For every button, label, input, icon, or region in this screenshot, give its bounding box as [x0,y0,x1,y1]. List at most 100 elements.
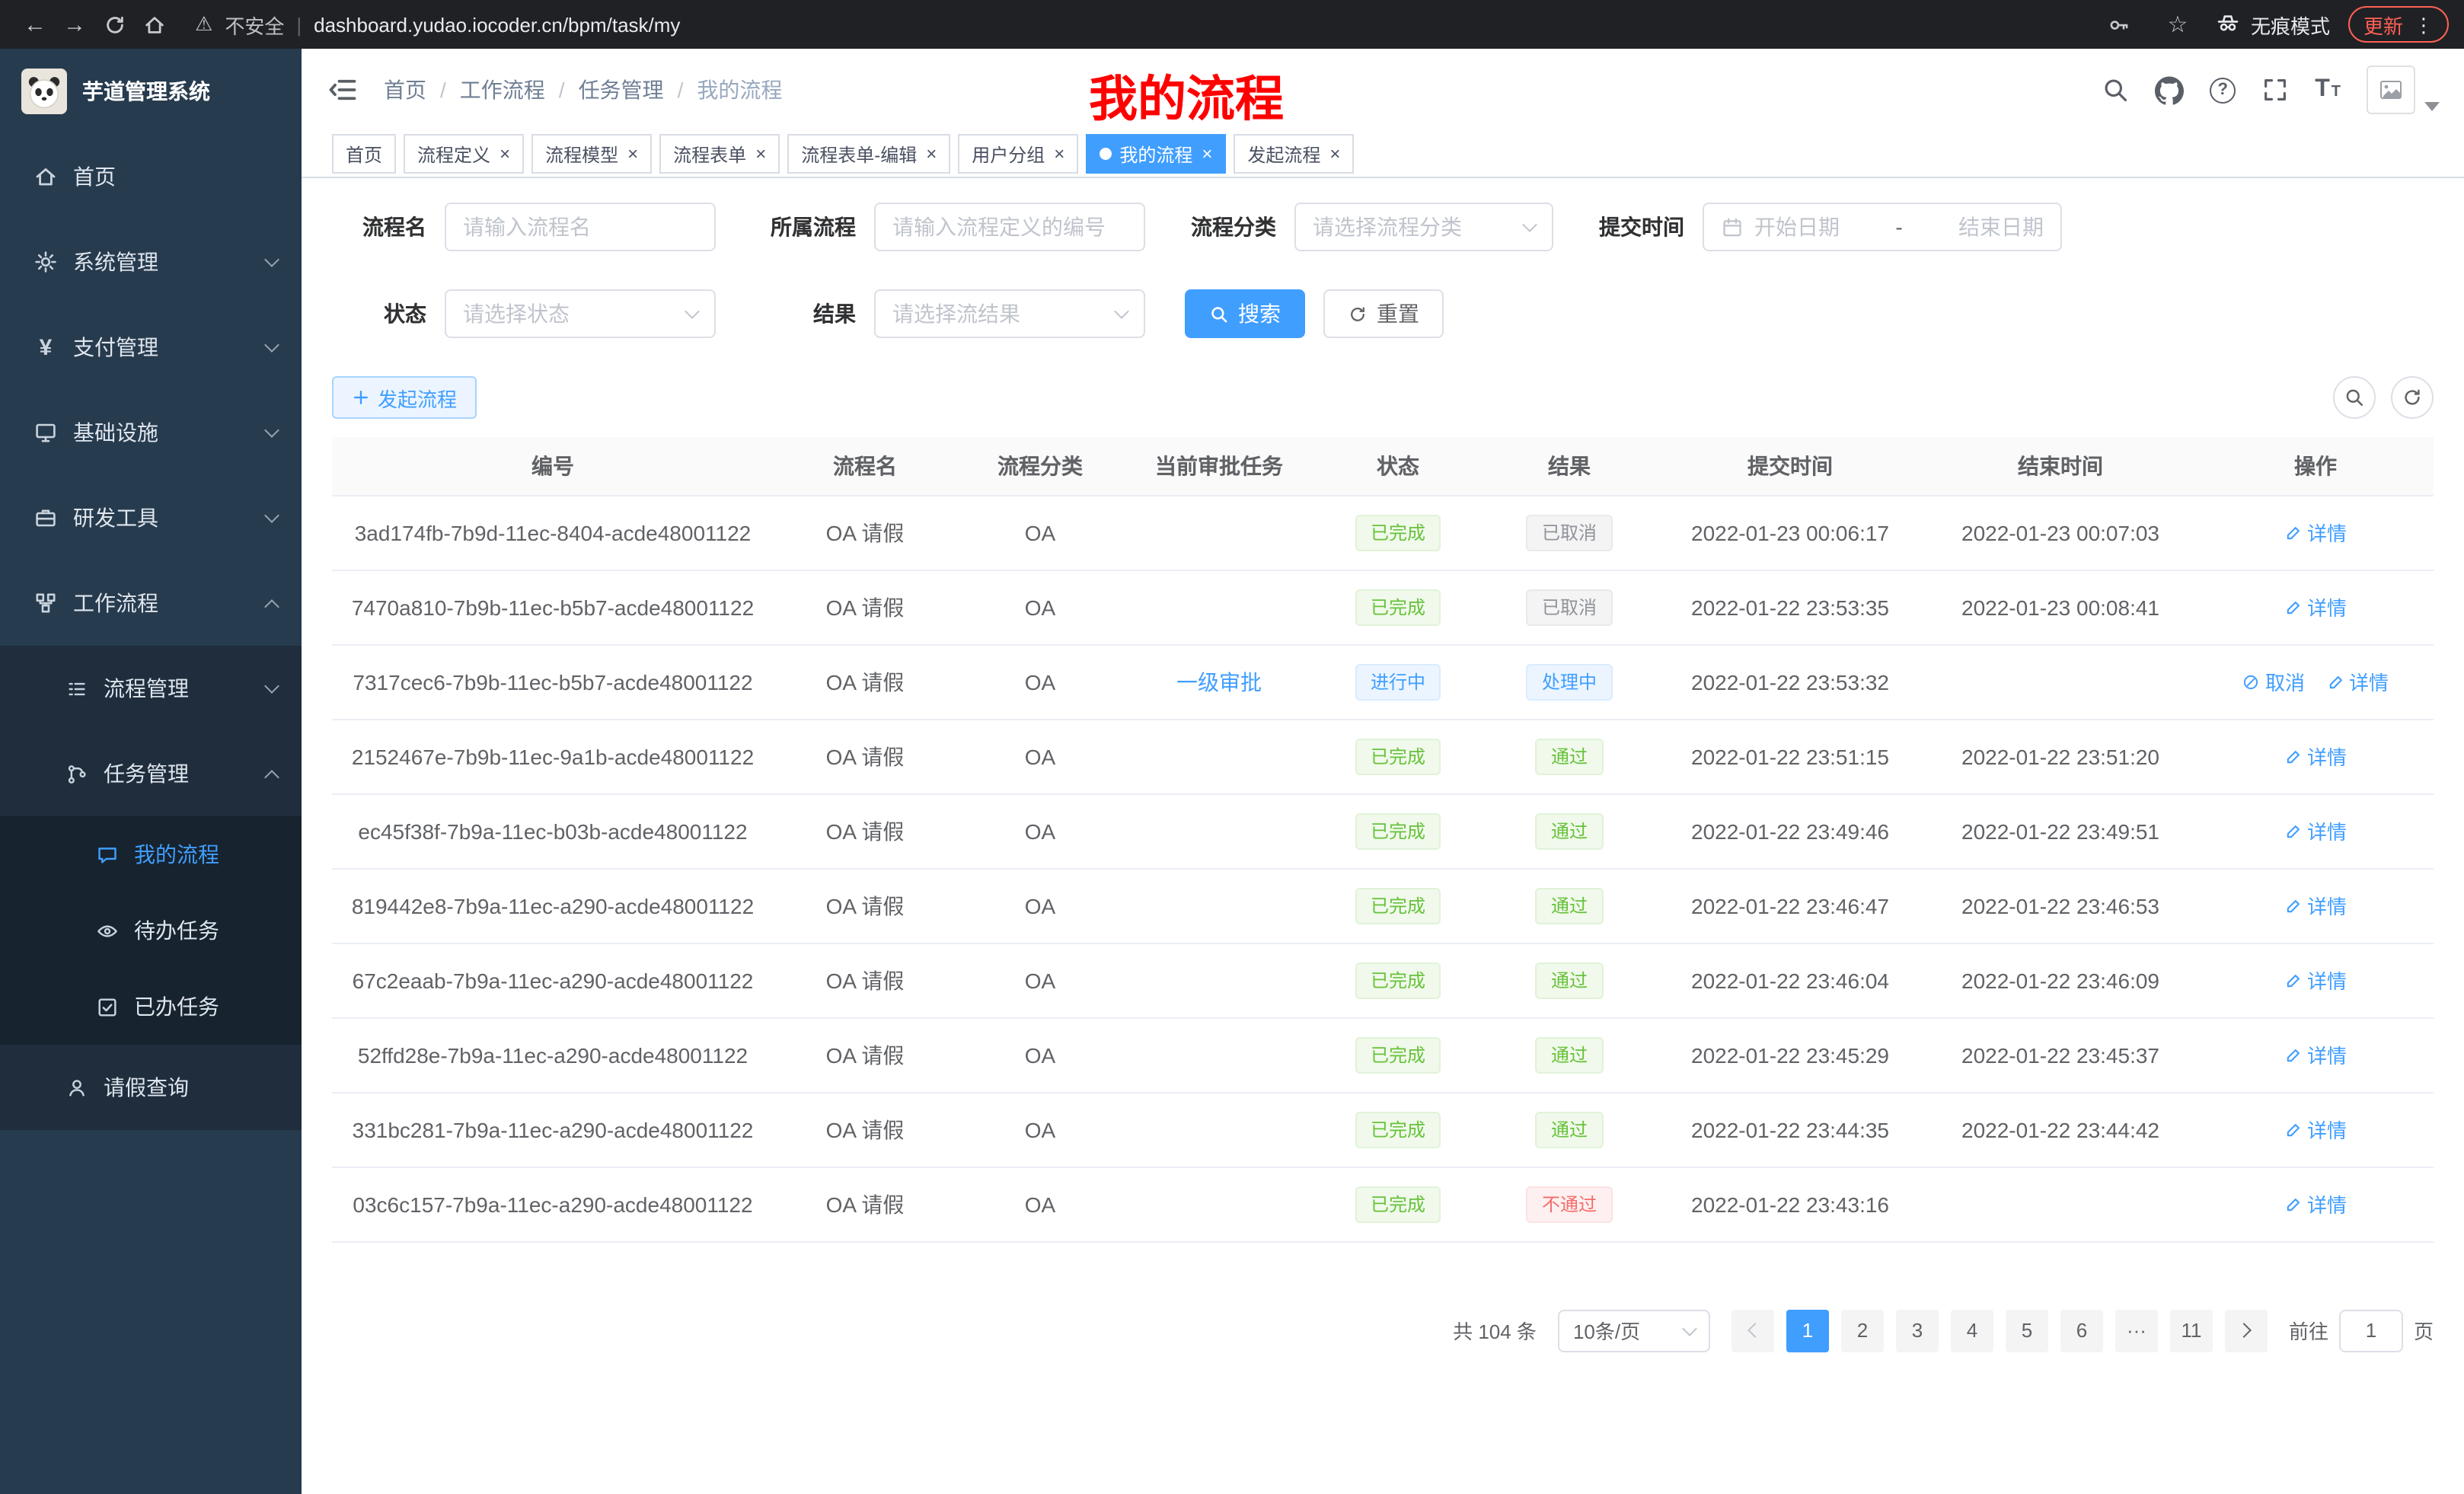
browser-menu-icon[interactable]: ⋮ [2414,14,2434,34]
font-size-icon[interactable]: TT [2315,76,2341,104]
process-name-input[interactable] [445,203,716,251]
sidebar-item-done-tasks[interactable]: 已办任务 [0,969,302,1045]
detail-link[interactable]: 详情 [2326,667,2389,696]
detail-link[interactable]: 详情 [2284,592,2347,621]
cell-id: 819442e8-7b9a-11ec-a290-acde48001122 [332,868,774,943]
cell-end-time: 2022-01-22 23:45:37 [1923,1017,2197,1092]
update-button[interactable]: 更新 ⋮ [2348,6,2449,43]
start-date-placeholder: 开始日期 [1754,212,1840,242]
help-icon[interactable]: ? [2210,77,2236,103]
active-tab-dot [1100,148,1112,160]
tab-close-icon[interactable]: × [926,145,937,163]
cell-process-name: OA 请假 [774,868,956,943]
cancel-link[interactable]: 取消 [2242,667,2305,696]
cell-submit-time: 2022-01-22 23:46:47 [1657,868,1923,943]
key-icon[interactable] [2100,5,2140,44]
detail-link[interactable]: 详情 [2284,816,2347,845]
detail-link[interactable]: 详情 [2284,742,2347,771]
home-icon[interactable] [134,5,174,44]
page-size-select[interactable]: 10条/页 [1558,1309,1710,1352]
sidebar-item-task-management[interactable]: 任务管理 [0,731,302,816]
cell-process-name: OA 请假 [774,644,956,719]
forward-icon[interactable]: → [55,5,94,44]
cell-submit-time: 2022-01-22 23:43:16 [1657,1167,1923,1241]
tab-item[interactable]: 我的流程× [1086,134,1226,174]
detail-link[interactable]: 详情 [2284,1040,2347,1069]
tab-close-icon[interactable]: × [1054,145,1064,163]
page-button[interactable]: 1 [1786,1309,1829,1352]
tab-item[interactable]: 首页 [332,134,396,174]
tab-item[interactable]: 流程模型× [531,134,652,174]
sidebar-item-todo-tasks[interactable]: 待办任务 [0,892,302,969]
page-button[interactable]: 5 [2006,1309,2048,1352]
chevron-down-icon [1682,1320,1697,1336]
tab-item[interactable]: 用户分组× [958,134,1078,174]
page-jump-input[interactable] [2339,1309,2403,1352]
github-icon[interactable] [2155,75,2184,104]
table-row: 7317cec6-7b9b-11ec-b5b7-acde48001122OA 请… [332,644,2434,719]
result-badge: 通过 [1536,962,1603,998]
detail-link[interactable]: 详情 [2284,1115,2347,1144]
reset-button[interactable]: 重置 [1323,289,1444,338]
sidebar-item-workflow[interactable]: 工作流程 [0,560,302,646]
sidebar-item-infrastructure[interactable]: 基础设施 [0,390,302,475]
detail-link[interactable]: 详情 [2284,966,2347,994]
sidebar-item-leave-query[interactable]: 请假查询 [0,1045,302,1130]
detail-link[interactable]: 详情 [2284,891,2347,920]
submit-time-range-picker[interactable]: 开始日期 - 结束日期 [1703,203,2062,251]
page-button[interactable]: 4 [1951,1309,1993,1352]
page-button[interactable]: 2 [1841,1309,1884,1352]
process-definition-input[interactable] [874,203,1145,251]
bookmark-star-icon[interactable]: ☆ [2158,5,2197,44]
current-task-link[interactable]: 一级审批 [1176,669,1262,694]
toggle-search-button[interactable] [2333,376,2376,419]
page-button[interactable]: 6 [2060,1309,2103,1352]
breadcrumb-item[interactable]: 工作流程 [460,75,545,105]
process-table: 编号流程名流程分类当前审批任务状态结果提交时间结束时间操作 3ad174fb-7… [332,437,2434,1242]
status-badge: 已完成 [1355,1036,1441,1073]
toolbox-icon [34,506,58,530]
sidebar-item-my-process[interactable]: 我的流程 [0,816,302,892]
breadcrumb-item[interactable]: 首页 [384,75,426,105]
tab-item[interactable]: 流程定义× [404,134,524,174]
result-select[interactable]: 请选择流结果 [874,289,1145,338]
sidebar-item-system[interactable]: 系统管理 [0,219,302,305]
avatar[interactable] [2367,65,2440,114]
start-process-button[interactable]: 发起流程 [332,376,477,419]
tab-close-icon[interactable]: × [1329,145,1340,163]
address-bar[interactable]: ⚠ 不安全 | dashboard.yudao.iocoder.cn/bpm/t… [195,10,680,39]
back-icon[interactable]: ← [15,5,55,44]
category-select[interactable]: 请选择流程分类 [1294,203,1553,251]
cell-current-task [1124,1167,1314,1241]
sidebar-item-process-management[interactable]: 流程管理 [0,646,302,731]
detail-link[interactable]: 详情 [2284,518,2347,547]
page-button[interactable]: 11 [2170,1309,2213,1352]
fullscreen-icon[interactable] [2261,76,2289,104]
pager-ellipsis[interactable]: ··· [2115,1309,2158,1352]
refresh-button[interactable] [2391,376,2434,419]
search-icon[interactable] [2102,76,2129,104]
page-button[interactable]: 3 [1896,1309,1939,1352]
tab-close-icon[interactable]: × [1202,145,1212,163]
tab-close-icon[interactable]: × [755,145,766,163]
tab-close-icon[interactable]: × [627,145,638,163]
column-header: 状态 [1314,437,1482,495]
cell-current-task [1124,1092,1314,1167]
tab-close-icon[interactable]: × [500,145,510,163]
column-header: 结束时间 [1923,437,2197,495]
sidebar-item-home[interactable]: 首页 [0,134,302,219]
branch-icon [64,761,88,786]
prev-page-button[interactable] [1732,1309,1774,1352]
sidebar-item-devtools[interactable]: 研发工具 [0,475,302,560]
tab-item[interactable]: 流程表单× [659,134,780,174]
reload-icon[interactable] [94,5,134,44]
tab-item[interactable]: 发起流程× [1234,134,1354,174]
tab-item[interactable]: 流程表单-编辑× [787,134,950,174]
status-select[interactable]: 请选择状态 [445,289,716,338]
breadcrumb-item[interactable]: 任务管理 [579,75,664,105]
next-page-button[interactable] [2225,1309,2268,1352]
detail-link[interactable]: 详情 [2284,1189,2347,1218]
sidebar-toggle-icon[interactable] [326,73,359,107]
search-button[interactable]: 搜索 [1185,289,1305,338]
sidebar-item-payment[interactable]: ¥ 支付管理 [0,305,302,390]
